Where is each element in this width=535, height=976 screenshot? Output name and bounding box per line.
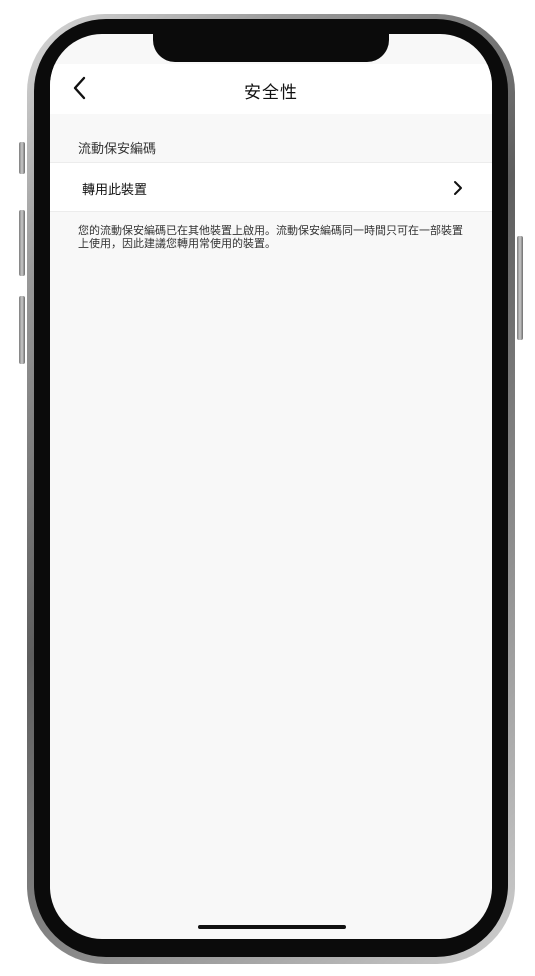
phone-silent-switch [19, 142, 25, 174]
phone-volume-down-button [19, 296, 25, 364]
home-indicator[interactable] [198, 925, 346, 929]
navigation-bar: 安全性 [50, 64, 492, 114]
chevron-right-icon [452, 180, 464, 196]
phone-volume-up-button [19, 210, 25, 276]
phone-notch [153, 34, 389, 62]
transfer-to-this-device-label: 轉用此裝置 [82, 183, 148, 198]
transfer-to-this-device-row[interactable]: 轉用此裝置 [50, 162, 492, 212]
page-title: 安全性 [244, 83, 298, 103]
phone-power-button [517, 236, 523, 340]
security-code-footnote: 您的流動保安編碼已在其他裝置上啟用。流動保安編碼同一時間只可在一部裝置上使用，因… [78, 224, 463, 250]
section-header-mobile-security-code: 流動保安編碼 [78, 142, 157, 157]
phone-screen: 安全性 流動保安編碼 轉用此裝置 您的流動保安編碼已在其他裝置上啟用。流動保安編… [50, 34, 492, 939]
